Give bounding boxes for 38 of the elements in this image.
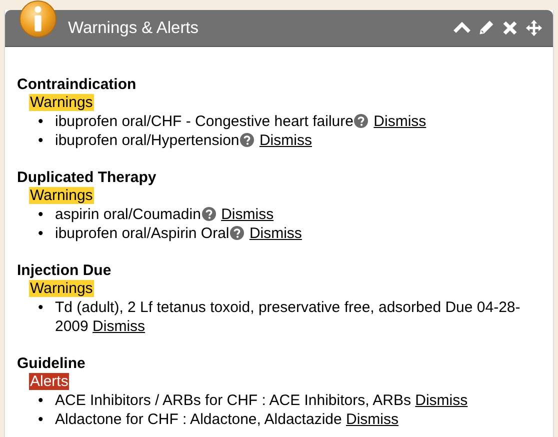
alert-text: ibuprofen oral/Aspirin Oral Dismiss bbox=[55, 224, 303, 243]
severity-label: Warnings bbox=[29, 94, 94, 111]
alert-text: Aldactone for CHF : Aldactone, Aldactazide Dismiss bbox=[55, 410, 400, 429]
alert-text: aspirin oral/Coumadin Dismiss bbox=[55, 205, 275, 224]
alert-text: ibuprofen oral/Hypertension Dismiss bbox=[55, 131, 313, 150]
info-icon bbox=[19, 0, 57, 38]
dismiss-link[interactable]: Dismiss bbox=[249, 225, 302, 242]
dismiss-link[interactable]: Dismiss bbox=[259, 132, 312, 149]
bullet: • bbox=[38, 298, 44, 318]
bullet: • bbox=[38, 391, 44, 410]
dismiss-link[interactable]: Dismiss bbox=[346, 411, 399, 428]
dismiss-link[interactable]: Dismiss bbox=[92, 318, 146, 335]
alert-text: ACE Inhibitors / ARBs for CHF : ACE Inhibitors, ARBs Dismiss bbox=[55, 391, 469, 410]
section-heading: Injection Due bbox=[17, 261, 112, 280]
dismiss-link[interactable]: Dismiss bbox=[374, 113, 426, 130]
pencil-icon[interactable] bbox=[477, 19, 495, 37]
move-icon[interactable] bbox=[525, 19, 543, 37]
section-heading: Contraindication bbox=[17, 75, 138, 94]
help-icon[interactable] bbox=[354, 114, 368, 128]
close-icon[interactable] bbox=[501, 19, 519, 37]
bullet: • bbox=[38, 205, 44, 224]
section-heading: Guideline bbox=[17, 354, 86, 373]
dismiss-link[interactable]: Dismiss bbox=[415, 392, 468, 409]
bullet: • bbox=[38, 224, 44, 243]
bullet: • bbox=[38, 112, 44, 131]
help-icon[interactable] bbox=[202, 207, 216, 221]
section-heading: Duplicated Therapy bbox=[17, 168, 158, 187]
severity-label: Warnings bbox=[29, 187, 94, 204]
alert-text: ibuprofen oral/CHF - Congestive heart failure Dismiss bbox=[55, 112, 428, 131]
panel-title: Warnings & Alerts bbox=[68, 18, 200, 38]
bullet: • bbox=[38, 410, 44, 429]
severity-label: Alerts bbox=[29, 373, 70, 390]
severity-label: Warnings bbox=[29, 280, 94, 297]
help-icon[interactable] bbox=[240, 133, 254, 147]
help-icon[interactable] bbox=[230, 226, 244, 240]
dismiss-link[interactable]: Dismiss bbox=[221, 206, 274, 223]
alert-text: Td (adult), 2 Lf tetanus toxoid, preservative free, adsorbed Due 04-28-2009 Dismiss bbox=[55, 298, 522, 336]
bullet: • bbox=[38, 131, 44, 150]
